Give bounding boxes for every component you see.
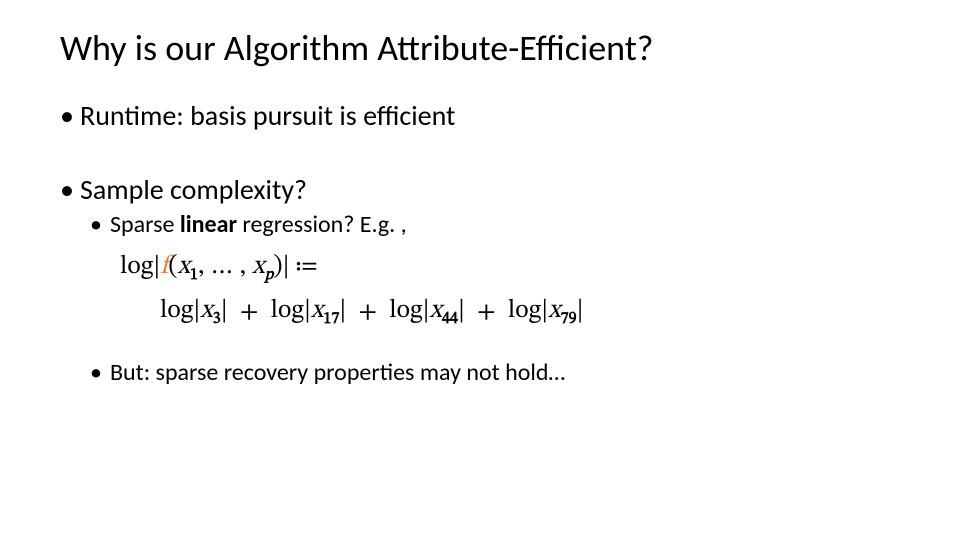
text-sparse-prefix: Sparse [110, 210, 180, 239]
sub-1: 17 [323, 312, 339, 328]
plus-1: + [358, 300, 377, 326]
x-0: x [200, 298, 212, 324]
bullet-runtime: Runtime: basis pursuit is efficient [60, 99, 900, 133]
bullet-sample-complexity: Sample complexity? [60, 173, 900, 207]
math-x1: x [178, 254, 190, 280]
slide: Why is our Algorithm Attribute-Efficient… [0, 0, 960, 540]
log-t3: log [508, 298, 541, 324]
lparen: ( [168, 254, 177, 280]
abs-r-0: | [221, 298, 228, 324]
bullet-sparse-linear: Sparse linear regression? E.g. , [90, 211, 900, 240]
text-sparse-suffix: regression? E.g. , [237, 210, 407, 239]
log-t2: log [389, 298, 422, 324]
plus-0: + [240, 300, 259, 326]
log-t1: log [271, 298, 304, 324]
abs-l-1: | [304, 298, 311, 324]
abs-l-2: | [423, 298, 430, 324]
comma2: , [240, 254, 252, 280]
sub-3: 79 [561, 312, 577, 328]
sub-2: 44 [442, 312, 458, 328]
x-3: x [548, 298, 560, 324]
math-sub-1: 1 [190, 268, 198, 284]
text-linear-bold: linear [180, 210, 237, 239]
math-sub-p: p [265, 268, 274, 284]
sub-0: 3 [213, 312, 221, 328]
math-log: log [120, 254, 153, 280]
abs-r-2: | [458, 298, 465, 324]
math-line-2: log|x3| + log|x17| + log|x44| + log|x79| [160, 291, 900, 333]
dots: … [210, 254, 239, 280]
log-t0: log [160, 298, 193, 324]
rparen: ) [273, 254, 282, 280]
x-1: x [311, 298, 323, 324]
abs-r-3: | [577, 298, 584, 324]
comma: , [198, 254, 210, 280]
math-line-1: log|f(x1, … , xp)| ≔ [120, 247, 900, 289]
defeq: ≔ [290, 254, 318, 280]
x-2: x [430, 298, 442, 324]
abs-r: | [283, 254, 290, 280]
abs-r-1: | [339, 298, 346, 324]
bullet-but: But: sparse recovery properties may not … [90, 359, 900, 388]
math-xp: x [252, 254, 264, 280]
plus-2: + [477, 300, 496, 326]
slide-title: Why is our Algorithm Attribute-Efficient… [60, 28, 900, 69]
